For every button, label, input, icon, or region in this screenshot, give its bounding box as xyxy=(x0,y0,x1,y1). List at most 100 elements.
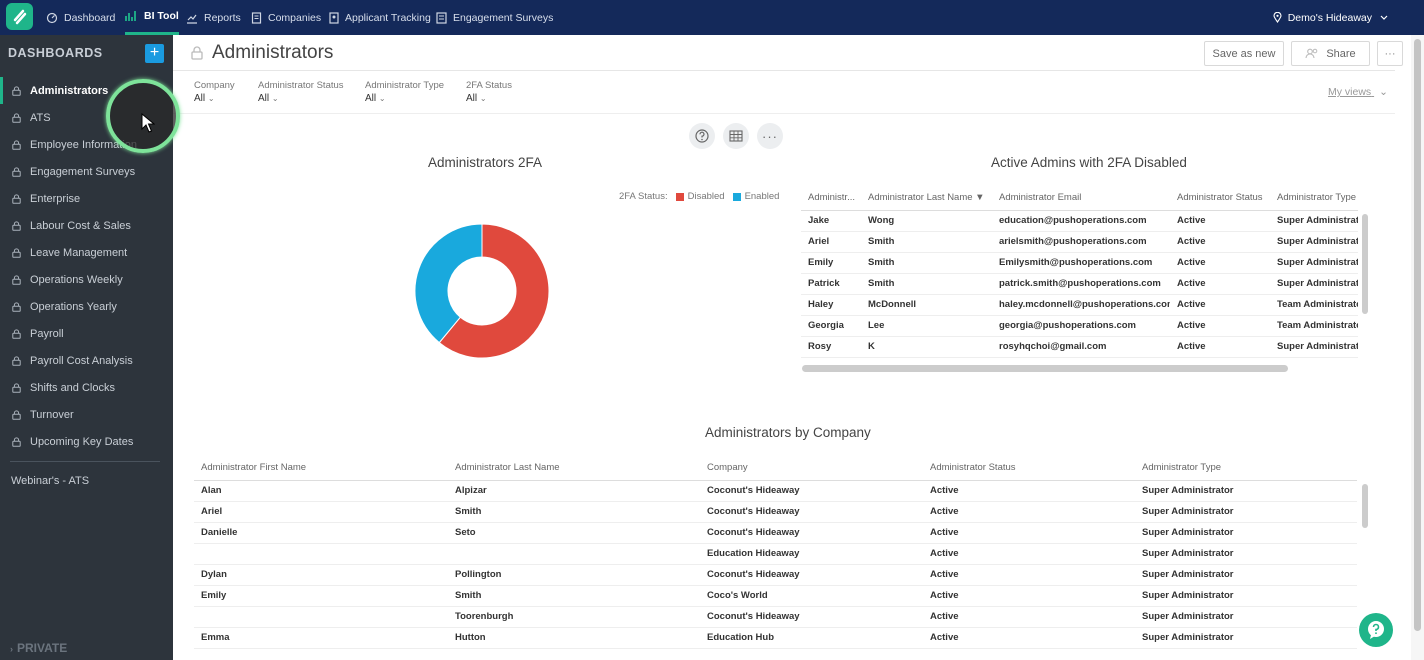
table-cell: Smith xyxy=(861,273,992,295)
help-circle-button[interactable] xyxy=(689,123,715,149)
table-cell: K xyxy=(861,336,992,358)
page-vertical-scrollbar[interactable] xyxy=(1411,35,1424,660)
table-row[interactable]: Danielle Seto Coconut's Hideaway Active Supe… xyxy=(194,522,1357,544)
company-table-vertical-scrollbar[interactable] xyxy=(1362,484,1368,528)
table-view-button[interactable] xyxy=(723,123,749,149)
reports-icon xyxy=(187,14,197,24)
table-vertical-scrollbar[interactable] xyxy=(1362,214,1368,314)
sidebar-item-label: Administrators xyxy=(30,84,109,97)
filter-2fa-status[interactable]: 2FA Status All ⌄ xyxy=(466,80,512,104)
column-header[interactable]: Administrator Status xyxy=(923,456,1135,481)
lock-icon xyxy=(12,193,21,204)
my-views-dropdown[interactable]: My views ⌄ xyxy=(1328,86,1388,98)
nav-companies[interactable]: Companies xyxy=(251,0,321,35)
filter-value-text: All xyxy=(466,93,478,104)
table-cell: Education Hub xyxy=(700,627,923,649)
table-2fa-title: Active Admins with 2FA Disabled xyxy=(991,155,1187,170)
sidebar-item-labour-cost-sales[interactable]: Labour Cost & Sales xyxy=(0,212,173,239)
table-row[interactable]: Jake Wong education@pushoperations.com Acti… xyxy=(801,210,1358,232)
add-dashboard-button[interactable]: + xyxy=(145,44,164,63)
sidebar-item-engagement-surveys[interactable]: Engagement Surveys xyxy=(0,158,173,185)
sidebar-item-upcoming-key-dates[interactable]: Upcoming Key Dates xyxy=(0,428,173,455)
sidebar-item-operations-weekly[interactable]: Operations Weekly xyxy=(0,266,173,293)
help-chat-button[interactable] xyxy=(1359,613,1393,647)
sidebar-item-label: Operations Yearly xyxy=(30,300,117,313)
save-as-new-button[interactable]: Save as new xyxy=(1204,41,1284,66)
sidebar-item-leave-management[interactable]: Leave Management xyxy=(0,239,173,266)
table-cell: Active xyxy=(1170,210,1270,232)
lock-icon xyxy=(12,220,21,231)
page-scrollbar-thumb[interactable] xyxy=(1414,39,1421,631)
table-row[interactable]: Toorenburgh Coconut's Hideaway Active Super… xyxy=(194,606,1357,628)
sidebar-item-operations-yearly[interactable]: Operations Yearly xyxy=(0,293,173,320)
table-cell: Active xyxy=(923,501,1135,523)
table-cell: Emilysmith@pushoperations.com xyxy=(992,252,1170,274)
table-row[interactable]: Georgia Lee georgia@pushoperations.com Acti… xyxy=(801,315,1358,337)
widget-more-button[interactable]: ··· xyxy=(757,123,783,149)
table-row[interactable]: Dylan Pollington Coconut's Hideaway Active S… xyxy=(194,564,1357,586)
sidebar-item-payroll-cost-analysis[interactable]: Payroll Cost Analysis xyxy=(0,347,173,374)
column-header[interactable]: Administrator Email xyxy=(992,186,1170,211)
nav-engagement-surveys[interactable]: Engagement Surveys xyxy=(436,0,553,35)
nav-bi-tool[interactable]: BI Tool xyxy=(125,0,179,35)
sidebar-item-webinars-ats[interactable]: Webinar's - ATS xyxy=(11,475,89,487)
table-row[interactable]: Emily Smith Coco's World Active Super Admini… xyxy=(194,585,1357,607)
table-row[interactable]: Emily Smith Emilysmith@pushoperations.com A… xyxy=(801,252,1358,274)
sidebar-item-shifts-and-clocks[interactable]: Shifts and Clocks xyxy=(0,374,173,401)
private-section-header[interactable]: › PRIVATE xyxy=(10,641,67,655)
nav-dashboard[interactable]: Dashboard xyxy=(46,0,115,35)
nav-applicant-tracking[interactable]: Applicant Tracking xyxy=(329,0,431,35)
column-header[interactable]: Company xyxy=(700,456,923,481)
sidebar-item-payroll[interactable]: Payroll xyxy=(0,320,173,347)
sidebar-item-enterprise[interactable]: Enterprise xyxy=(0,185,173,212)
table-cell: McDonnell xyxy=(861,294,992,316)
sidebar-item-label: Shifts and Clocks xyxy=(30,381,115,394)
filter-value[interactable]: All ⌄ xyxy=(466,93,512,104)
table-row[interactable]: Rosy Krosyhqchoi@gmail.com Active Super Adm… xyxy=(801,336,1358,358)
table-company-title: Administrators by Company xyxy=(705,425,871,440)
sidebar-item-label: Operations Weekly xyxy=(30,273,123,286)
table-row[interactable]: Ariel Smith Coconut's Hideaway Active Super … xyxy=(194,501,1357,523)
share-button[interactable]: Share xyxy=(1291,41,1370,66)
filter-value[interactable]: All ⌄ xyxy=(365,93,444,104)
legend-swatch-enabled xyxy=(732,192,741,201)
table-cell: Jake xyxy=(801,210,861,232)
table-cell: haley.mcdonnell@pushoperations.com xyxy=(992,294,1170,316)
location-selector[interactable]: Demo's Hideaway xyxy=(1273,0,1388,35)
more-options-button[interactable]: ··· xyxy=(1377,41,1403,66)
filter-label: 2FA Status xyxy=(466,80,512,91)
table-row[interactable]: Education Hideaway Active Super Administra… xyxy=(194,543,1357,565)
column-header[interactable]: Administrator Last Name xyxy=(448,456,700,481)
table-horizontal-scrollbar[interactable] xyxy=(802,365,1288,372)
question-circle-icon xyxy=(695,129,709,143)
table-cell: Smith xyxy=(861,252,992,274)
table-cell: arielsmith@pushoperations.com xyxy=(992,231,1170,253)
table-row[interactable]: Ariel Smith arielsmith@pushoperations.com A… xyxy=(801,231,1358,253)
column-header[interactable]: Administrator First Name xyxy=(194,456,448,481)
chevron-down-icon: ⌄ xyxy=(1379,86,1388,98)
column-header[interactable]: Administr... xyxy=(801,186,861,211)
dashboard-icon xyxy=(46,12,58,23)
table-cell: education@pushoperations.com xyxy=(992,210,1170,232)
filter-company[interactable]: Company All ⌄ xyxy=(194,80,235,104)
filter-administrator-type[interactable]: Administrator Type All ⌄ xyxy=(365,80,444,104)
column-header[interactable]: Administrator Type xyxy=(1135,456,1357,481)
table-row[interactable]: Patrick Smith patrick.smith@pushoperations… xyxy=(801,273,1358,295)
filter-administrator-status[interactable]: Administrator Status All ⌄ xyxy=(258,80,344,104)
table-row[interactable]: Alan Alpizar Coconut's Hideaway Active Super… xyxy=(194,480,1357,502)
app-logo-icon[interactable] xyxy=(6,3,33,30)
table-cell: Coconut's Hideaway xyxy=(700,606,923,628)
column-header[interactable]: Administrator Last Name ▼ xyxy=(861,186,992,211)
filter-value[interactable]: All ⌄ xyxy=(258,93,344,104)
table-row[interactable]: Haley McDonnell haley.mcdonnell@pushoperat… xyxy=(801,294,1358,316)
sidebar-divider xyxy=(10,461,160,462)
table-cell: Super Administrator xyxy=(1270,231,1358,253)
table-cell: Haley xyxy=(801,294,861,316)
table-row[interactable]: Emma Hutton Education Hub Active Super Admin… xyxy=(194,627,1357,649)
nav-reports[interactable]: Reports xyxy=(186,0,241,35)
column-header[interactable]: Administrator Type xyxy=(1270,186,1358,211)
column-header[interactable]: Administrator Status xyxy=(1170,186,1270,211)
filter-value[interactable]: All ⌄ xyxy=(194,93,235,104)
table-cell: Ariel xyxy=(194,501,448,523)
sidebar-item-turnover[interactable]: Turnover xyxy=(0,401,173,428)
